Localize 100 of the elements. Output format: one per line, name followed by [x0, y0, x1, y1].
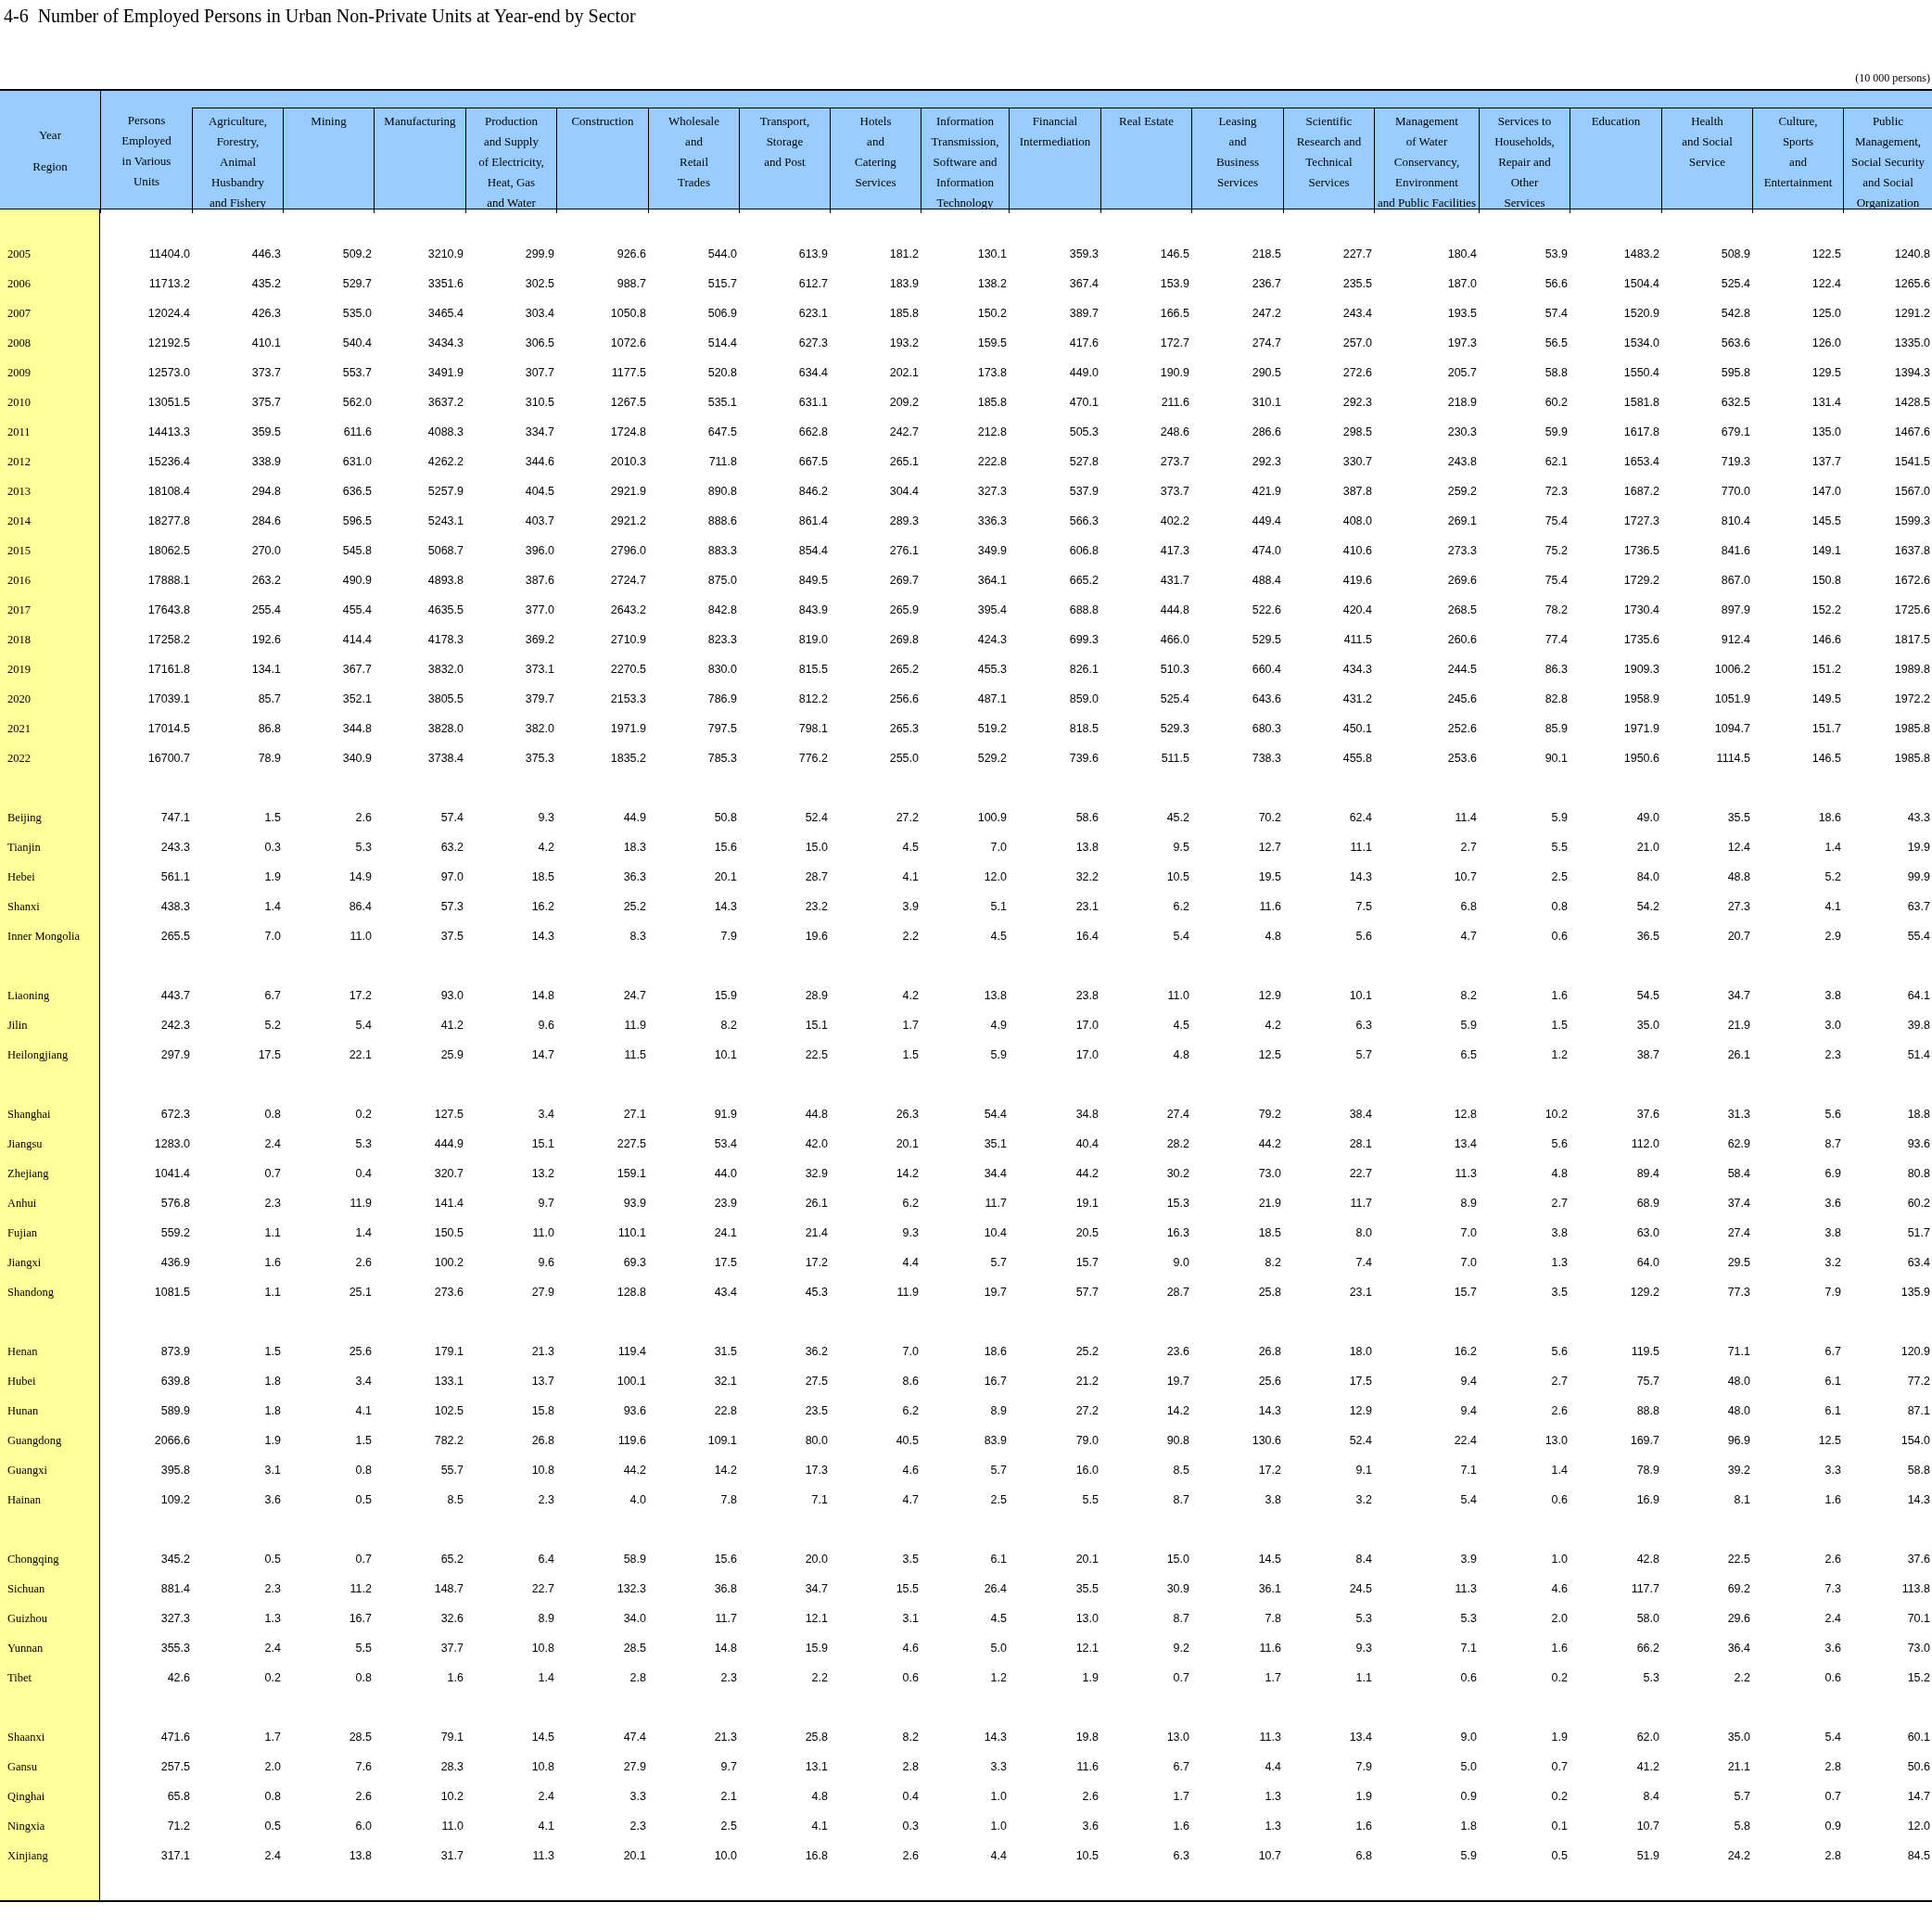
table-cell-text: 23.9: [714, 1195, 737, 1211]
table-cell-text: 8.1: [1734, 1491, 1750, 1508]
table-cell-text: 31.3: [1727, 1106, 1750, 1123]
table-cell-text: 1541.5: [1894, 453, 1930, 470]
table-cell-text: 13.4: [1454, 1135, 1477, 1152]
table-cell-text: 10.2: [1544, 1106, 1568, 1123]
table-cell-text: 22.1: [349, 1046, 372, 1063]
table-cell-text: 3351.6: [427, 275, 464, 292]
table-cell-text: 470.1: [1069, 394, 1099, 411]
table-cell-text: 815.5: [798, 661, 828, 678]
table-cell-text: 455.4: [342, 602, 372, 618]
table-cell-text: 17014.5: [147, 720, 190, 737]
table-cell-text: 5.6: [1551, 1135, 1568, 1152]
table-cell-text: 87.1: [1907, 1402, 1930, 1419]
table-cell-text: 23.1: [1349, 1284, 1372, 1300]
table-cell-text: 17.2: [349, 987, 372, 1004]
table-cell-text: 44.2: [1258, 1135, 1281, 1152]
table-cell-text: 367.4: [1069, 275, 1099, 292]
table-cell-text: 40.5: [896, 1432, 919, 1449]
table-cell-text: 17258.2: [147, 631, 190, 648]
table-cell-text: 4.5: [990, 928, 1007, 945]
table-cell-text: 2796.0: [610, 542, 646, 559]
table-cell-text: 19.5: [1258, 869, 1281, 885]
table-cell-text: 36.5: [1636, 928, 1659, 945]
table-cell-text: 5.3: [355, 1135, 372, 1152]
table-cell-text: 1428.5: [1894, 394, 1930, 411]
table-cell-text: 7.5: [1355, 898, 1372, 915]
table-cell-text: 508.9: [1721, 246, 1750, 262]
table-cell-text: 119.4: [617, 1343, 646, 1360]
table-cell-text: 443.7: [160, 987, 190, 1004]
table-cell-text: 403.7: [525, 513, 554, 529]
table-cell-text: 1177.5: [611, 364, 646, 381]
table-cell-text: 5.5: [1082, 1491, 1099, 1508]
table-cell-text: 595.8: [1721, 364, 1750, 381]
table-cell-text: 2.6: [1551, 1402, 1568, 1419]
table-cell-text: 75.2: [1544, 542, 1568, 559]
table-cell-text: 812.2: [798, 691, 828, 707]
table-cell-text: 3.5: [1551, 1284, 1568, 1300]
table-cell-text: 44.0: [714, 1165, 737, 1182]
table-cell-text: 12.1: [1075, 1640, 1099, 1656]
table-cell-text: 12.8: [1454, 1106, 1477, 1123]
table-cell-text: 17888.1: [147, 572, 190, 589]
table-cell-text: 35.1: [984, 1135, 1007, 1152]
table-cell-text: 711.8: [708, 453, 737, 470]
table-cell-text: 11.1: [1350, 839, 1372, 856]
row-label: 2011: [6, 424, 31, 440]
table-cell-text: 75.7: [1636, 1373, 1659, 1389]
row-label: Shanxi: [6, 898, 40, 915]
table-cell-text: 63.0: [1636, 1224, 1659, 1241]
table-cell-text: 10.1: [714, 1046, 737, 1063]
table-cell-text: 387.8: [1342, 483, 1372, 500]
table-cell-text: 276.1: [889, 542, 919, 559]
table-cell-text: 7.9: [1355, 1758, 1372, 1775]
table-cell-text: 68.9: [1636, 1195, 1659, 1211]
table-cell-text: 202.1: [889, 364, 919, 381]
table-cell-text: 27.9: [623, 1758, 646, 1775]
table-cell-text: 770.0: [1721, 483, 1750, 500]
table-cell-text: 14.5: [1258, 1551, 1281, 1567]
table-cell-text: 7.9: [720, 928, 737, 945]
table-cell-text: 1567.0: [1894, 483, 1930, 500]
table-cell-text: 265.1: [889, 453, 919, 470]
table-cell-text: 11.0: [1167, 987, 1189, 1004]
table-cell-text: 49.0: [1636, 809, 1659, 826]
table-cell-text: 1.7: [902, 1017, 919, 1034]
table-cell-text: 11.7: [985, 1195, 1007, 1211]
table-cell-text: 2.5: [720, 1818, 737, 1834]
table-cell-text: 525.4: [1160, 691, 1189, 707]
table-cell-text: 27.2: [1075, 1402, 1099, 1419]
table-cell-text: 3.3: [629, 1788, 646, 1805]
table-cell-text: 4.6: [902, 1462, 919, 1478]
table-cell-text: 263.2: [251, 572, 281, 589]
table-cell-text: 883.3: [707, 542, 737, 559]
table-cell-text: 1725.6: [1894, 602, 1930, 618]
table-cell-text: 23.2: [805, 898, 828, 915]
table-cell-text: 58.0: [1636, 1610, 1659, 1627]
table-cell-text: 623.1: [798, 305, 828, 322]
row-label: 2021: [6, 720, 31, 737]
table-cell-text: 679.1: [1721, 424, 1750, 440]
table-cell-text: 4.1: [538, 1818, 554, 1834]
table-cell-text: 15.1: [531, 1135, 554, 1152]
table-cell-text: 515.7: [707, 275, 737, 292]
table-cell-text: 818.5: [1069, 720, 1099, 737]
table-cell-text: 830.0: [707, 661, 737, 678]
table-cell-text: 434.3: [1342, 661, 1372, 678]
table-cell-text: 522.6: [1252, 602, 1281, 618]
table-cell-text: 41.2: [1636, 1758, 1659, 1775]
table-cell-text: 747.1: [160, 809, 190, 826]
table-cell-text: 9.3: [902, 1224, 919, 1241]
table-cell-text: 3210.9: [427, 246, 464, 262]
table-cell-text: 50.6: [1907, 1758, 1930, 1775]
table-cell-text: 0.4: [355, 1165, 372, 1182]
row-label: Zhejiang: [6, 1165, 49, 1182]
table-cell-text: 99.9: [1907, 869, 1930, 885]
table-cell-text: 12.0: [1907, 1818, 1930, 1834]
table-cell-text: 82.8: [1544, 691, 1568, 707]
table-cell-text: 135.0: [1811, 424, 1841, 440]
table-cell-text: 85.9: [1544, 720, 1568, 737]
table-cell-text: 62.4: [1349, 809, 1372, 826]
table-cell-text: 10.7: [1454, 869, 1477, 885]
table-cell-text: 505.3: [1069, 424, 1099, 440]
